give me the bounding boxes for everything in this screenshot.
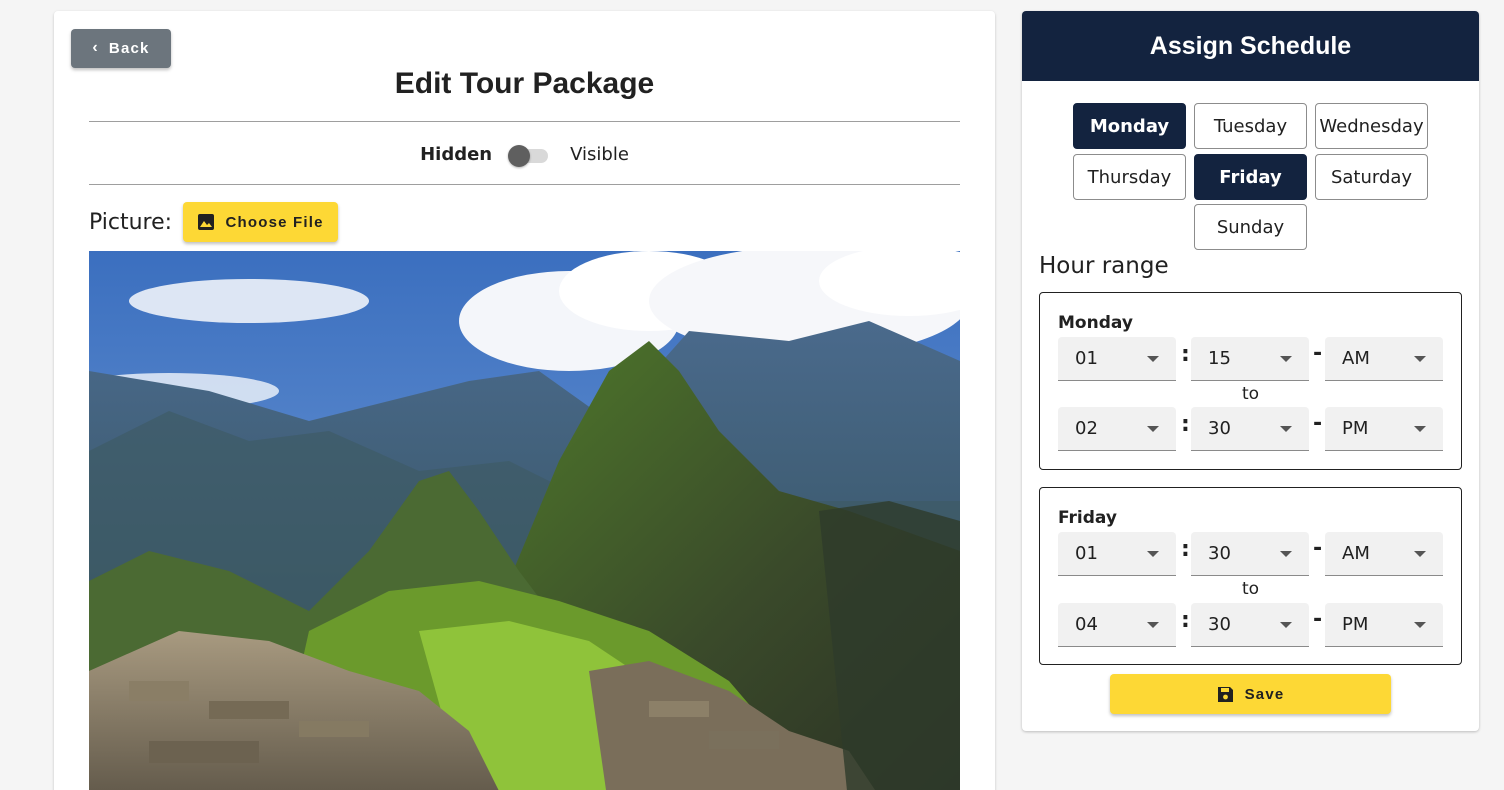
end-hour-select[interactable]: 02 — [1058, 407, 1176, 451]
start-period-value: AM — [1342, 543, 1370, 564]
schedule-header: Assign Schedule — [1022, 11, 1479, 81]
end-period-select[interactable]: PM — [1325, 407, 1443, 451]
end-minute-select[interactable]: 30 — [1191, 407, 1309, 451]
page-title: Edit Tour Package — [394, 67, 655, 100]
dropdown-arrow-icon — [1147, 551, 1159, 557]
colon-separator: : — [1181, 342, 1190, 367]
schedule-title: Assign Schedule — [1149, 31, 1352, 60]
dropdown-arrow-icon — [1147, 356, 1159, 362]
back-button[interactable]: ‹ Back — [71, 29, 171, 68]
start-hour-select[interactable]: 01 — [1058, 532, 1176, 576]
dropdown-arrow-icon — [1414, 426, 1426, 432]
day-button-tuesday[interactable]: Tuesday — [1194, 103, 1307, 149]
day-button-sunday[interactable]: Sunday — [1194, 204, 1307, 250]
dropdown-arrow-icon — [1147, 622, 1159, 628]
range-day-label: Monday — [1058, 313, 1133, 333]
image-icon — [197, 213, 215, 231]
floppy-disk-icon — [1217, 686, 1234, 703]
end-hour-value: 02 — [1075, 418, 1098, 439]
day-button-wednesday[interactable]: Wednesday — [1315, 103, 1428, 149]
visibility-switch[interactable] — [508, 142, 549, 167]
to-label: to — [1241, 579, 1260, 599]
start-minute-select[interactable]: 30 — [1191, 532, 1309, 576]
start-hour-value: 01 — [1075, 543, 1098, 564]
day-button-saturday[interactable]: Saturday — [1315, 154, 1428, 200]
dropdown-arrow-icon — [1147, 426, 1159, 432]
day-button-friday[interactable]: Friday — [1194, 154, 1307, 200]
divider — [89, 184, 960, 185]
to-label: to — [1241, 384, 1260, 404]
dropdown-arrow-icon — [1414, 551, 1426, 557]
tour-picture — [89, 251, 960, 790]
divider — [89, 121, 960, 122]
hour-range-monday: Monday 01 : 15 - AM to 02 : 30 - PM — [1039, 292, 1462, 470]
dash-separator: - — [1313, 607, 1323, 632]
switch-thumb — [508, 145, 531, 167]
end-minute-value: 30 — [1208, 614, 1231, 635]
end-period-select[interactable]: PM — [1325, 603, 1443, 647]
dropdown-arrow-icon — [1414, 356, 1426, 362]
end-period-value: PM — [1342, 418, 1369, 439]
choose-file-button[interactable]: Choose File — [183, 202, 339, 242]
dash-separator: - — [1313, 341, 1323, 366]
dash-separator: - — [1313, 411, 1323, 436]
dropdown-arrow-icon — [1280, 426, 1292, 432]
colon-separator: : — [1181, 608, 1190, 633]
choose-file-label: Choose File — [225, 213, 324, 231]
picture-label: Picture: — [89, 209, 173, 235]
hour-range-friday: Friday 01 : 30 - AM to 04 : 30 - PM — [1039, 487, 1462, 665]
hour-range-title: Hour range — [1039, 253, 1169, 279]
dropdown-arrow-icon — [1414, 622, 1426, 628]
colon-separator: : — [1181, 537, 1190, 562]
dropdown-arrow-icon — [1280, 551, 1292, 557]
start-hour-value: 01 — [1075, 348, 1098, 369]
start-period-select[interactable]: AM — [1325, 532, 1443, 576]
end-hour-value: 04 — [1075, 614, 1098, 635]
assign-schedule-card: Assign Schedule Monday Tuesday Wednesday… — [1022, 11, 1479, 731]
hidden-label: Hidden — [420, 143, 493, 165]
chevron-left-icon: ‹ — [92, 38, 99, 56]
save-button[interactable]: Save — [1110, 674, 1391, 714]
range-day-label: Friday — [1058, 508, 1117, 528]
end-hour-select[interactable]: 04 — [1058, 603, 1176, 647]
day-button-monday[interactable]: Monday — [1073, 103, 1186, 149]
edit-tour-package-card: ‹ Back Edit Tour Package Hidden Visible … — [54, 11, 995, 790]
start-hour-select[interactable]: 01 — [1058, 337, 1176, 381]
start-minute-select[interactable]: 15 — [1191, 337, 1309, 381]
visible-label: Visible — [570, 143, 629, 165]
start-minute-value: 15 — [1208, 348, 1231, 369]
dropdown-arrow-icon — [1280, 356, 1292, 362]
colon-separator: : — [1181, 412, 1190, 437]
end-minute-value: 30 — [1208, 418, 1231, 439]
back-button-label: Back — [108, 40, 150, 57]
save-button-label: Save — [1244, 685, 1285, 703]
dropdown-arrow-icon — [1280, 622, 1292, 628]
start-period-select[interactable]: AM — [1325, 337, 1443, 381]
start-period-value: AM — [1342, 348, 1370, 369]
end-minute-select[interactable]: 30 — [1191, 603, 1309, 647]
visibility-toggle-row: Hidden Visible — [54, 139, 995, 169]
picture-row: Picture: Choose File — [89, 202, 339, 242]
end-period-value: PM — [1342, 614, 1369, 635]
day-button-thursday[interactable]: Thursday — [1073, 154, 1186, 200]
start-minute-value: 30 — [1208, 543, 1231, 564]
dash-separator: - — [1313, 536, 1323, 561]
